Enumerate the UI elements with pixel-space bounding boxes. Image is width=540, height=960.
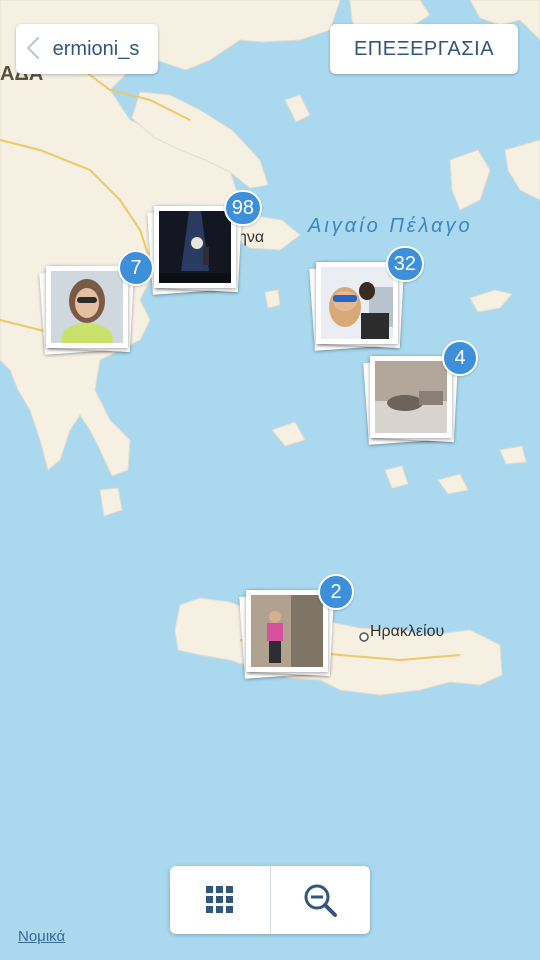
selfie-photo [321, 267, 393, 339]
cluster-count-badge: 98 [223, 190, 262, 226]
cluster-thumbnail [246, 590, 328, 672]
grid-icon [205, 886, 233, 913]
photo-cluster[interactable]: 4 [363, 340, 478, 446]
map[interactable]: ΑΔΑ Αιγαίο Πέλαγο ηνα Ηρακλείου [0, 0, 540, 960]
cluster-count-badge: 2 [318, 574, 354, 610]
zoom-out-button[interactable] [271, 866, 371, 934]
back-button[interactable]: ermioni_s [16, 24, 158, 74]
edit-button-label: ΕΠΕΞΕΡΓΑΣΙΑ [353, 37, 495, 60]
cluster-count-badge: 32 [385, 246, 424, 282]
cluster-thumbnail [370, 356, 452, 438]
back-button-label: ermioni_s [52, 37, 140, 60]
heraklion-marker [359, 632, 369, 642]
legal-link[interactable]: Νομικά [18, 928, 65, 945]
heraklion-label: Ηρακλείου [370, 623, 444, 640]
selfie-photo [51, 271, 123, 343]
cluster-thumbnail [154, 206, 236, 288]
map-toolbar [170, 866, 370, 934]
zoom-out-icon [304, 884, 338, 917]
chevron-left-icon [26, 36, 50, 60]
photo-cluster[interactable]: 7 [39, 250, 154, 356]
woman-photo [251, 595, 323, 667]
cluster-count-badge: 7 [118, 250, 154, 286]
cluster-count-badge: 4 [442, 340, 478, 376]
photo-cluster[interactable]: 32 [309, 246, 424, 352]
edit-button[interactable]: ΕΠΕΞΕΡΓΑΣΙΑ [330, 24, 518, 74]
cluster-thumbnail [46, 266, 128, 348]
cluster-thumbnail [316, 262, 398, 344]
concert-photo [159, 211, 231, 283]
photo-cluster[interactable]: 98 [147, 190, 262, 296]
photo-cluster[interactable]: 2 [239, 574, 354, 680]
sea-label: Αιγαίο Πέλαγο [307, 215, 473, 237]
island [264, 289, 281, 309]
grid-view-button[interactable] [170, 866, 270, 934]
bedroom-photo [375, 361, 447, 433]
